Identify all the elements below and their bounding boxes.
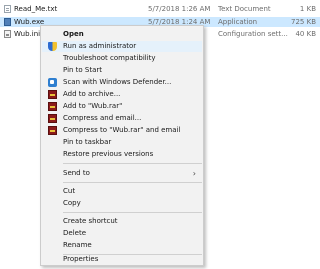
- winrar-icon: [48, 90, 57, 99]
- file-size: 725 KB: [291, 18, 316, 26]
- file-name: Wub.ini: [14, 30, 41, 38]
- menu-item-label: Troubleshoot compatibility: [63, 54, 156, 62]
- file-size: 40 KB: [295, 30, 316, 38]
- menu-item-label: Delete: [63, 229, 86, 237]
- menu-item-label: Add to "Wub.rar": [63, 102, 123, 110]
- menu-item-label: Pin to Start: [63, 66, 103, 74]
- menu-item-label: Restore previous versions: [63, 150, 154, 158]
- ini-file-icon: [4, 30, 11, 38]
- menu-item-label: Properties: [63, 255, 99, 263]
- menu-item-troubleshoot-compatibility[interactable]: Troubleshoot compatibility: [42, 53, 202, 64]
- windows-defender-icon: [48, 78, 57, 87]
- menu-item-pin-to-taskbar[interactable]: Pin to taskbar: [42, 137, 202, 148]
- menu-item-label: Compress and email...: [63, 114, 142, 122]
- menu-item-add-to-wub-rar[interactable]: Add to "Wub.rar": [42, 101, 202, 112]
- menu-item-label: Rename: [63, 241, 92, 249]
- menu-item-copy[interactable]: Copy: [42, 198, 202, 209]
- file-row-read-me[interactable]: Read_Me.txt 5/7/2018 1:26 AM Text Docume…: [0, 4, 320, 14]
- menu-separator: [63, 212, 202, 213]
- file-size: 1 KB: [299, 5, 316, 13]
- winrar-icon: [48, 126, 57, 135]
- menu-item-compress-and-email[interactable]: Compress and email...: [42, 113, 202, 124]
- menu-item-open[interactable]: Open: [42, 29, 202, 40]
- winrar-icon: [48, 102, 57, 111]
- menu-item-label: Compress to "Wub.rar" and email: [63, 126, 181, 134]
- menu-item-add-to-archive[interactable]: Add to archive...: [42, 89, 202, 100]
- menu-item-send-to[interactable]: Send to ›: [42, 168, 202, 179]
- menu-item-scan-defender[interactable]: Scan with Windows Defender...: [42, 77, 202, 88]
- file-name: Read_Me.txt: [14, 5, 58, 13]
- file-type: Configuration sett...: [218, 30, 288, 38]
- menu-item-create-shortcut[interactable]: Create shortcut: [42, 216, 202, 227]
- uac-shield-icon: [48, 42, 57, 51]
- menu-item-label: Scan with Windows Defender...: [63, 78, 172, 86]
- exe-file-icon: [4, 18, 11, 26]
- chevron-right-icon: ›: [192, 169, 196, 178]
- menu-item-cut[interactable]: Cut: [42, 186, 202, 197]
- menu-item-label: Send to: [63, 169, 90, 177]
- text-file-icon: [4, 5, 11, 13]
- menu-item-label: Copy: [63, 199, 81, 207]
- file-type: Text Document: [218, 5, 271, 13]
- menu-item-label: Add to archive...: [63, 90, 121, 98]
- menu-item-restore-previous-versions[interactable]: Restore previous versions: [42, 149, 202, 160]
- menu-item-rename[interactable]: Rename: [42, 240, 202, 251]
- menu-separator: [63, 163, 202, 164]
- menu-item-label: Pin to taskbar: [63, 138, 112, 146]
- context-menu: Open Run as administrator Troubleshoot c…: [40, 25, 204, 266]
- winrar-icon: [48, 114, 57, 123]
- file-type: Application: [218, 18, 258, 26]
- menu-item-properties[interactable]: Properties: [42, 254, 202, 265]
- file-date: 5/7/2018 1:26 AM: [148, 5, 211, 13]
- menu-item-pin-to-start[interactable]: Pin to Start: [42, 65, 202, 76]
- menu-item-label: Open: [63, 30, 84, 38]
- menu-item-delete[interactable]: Delete: [42, 228, 202, 239]
- menu-item-compress-to-wub-rar-and-email[interactable]: Compress to "Wub.rar" and email: [42, 125, 202, 136]
- menu-item-label: Cut: [63, 187, 76, 195]
- menu-item-label: Run as administrator: [63, 42, 137, 50]
- menu-separator: [63, 182, 202, 183]
- menu-item-label: Create shortcut: [63, 217, 118, 225]
- menu-item-run-as-administrator[interactable]: Run as administrator: [42, 41, 202, 52]
